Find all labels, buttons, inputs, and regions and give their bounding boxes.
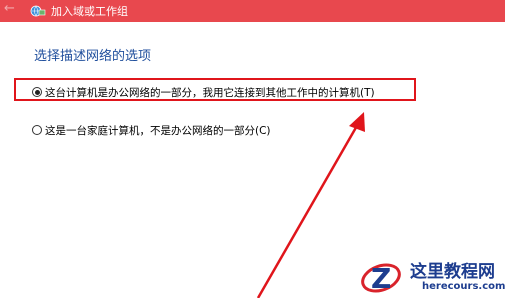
watermark-url: herecours.com: [422, 281, 505, 292]
svg-text:Z: Z: [371, 262, 391, 295]
watermark: Z 这里教程网 herecours.com: [356, 253, 505, 298]
watermark-logo-icon: Z: [361, 262, 401, 295]
watermark-name: 这里教程网: [410, 262, 495, 282]
